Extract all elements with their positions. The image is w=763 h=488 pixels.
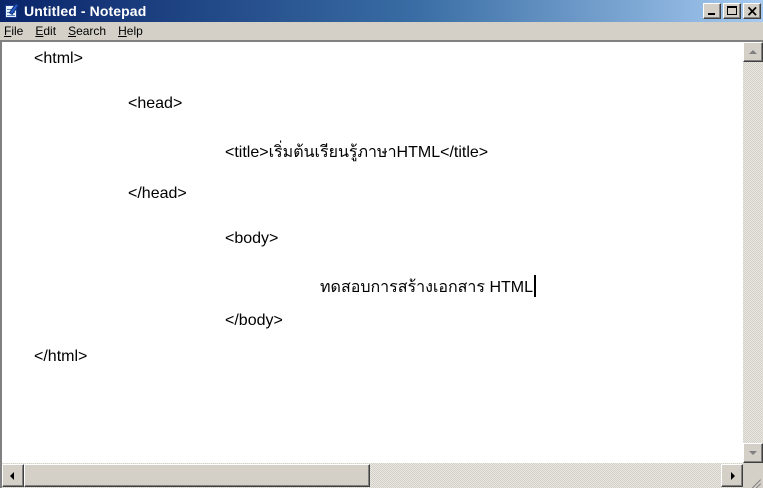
minimize-icon bbox=[708, 13, 715, 15]
notepad-window: Untitled - Notepad × File Edit Search He… bbox=[0, 0, 763, 488]
horizontal-scrollbar[interactable] bbox=[2, 463, 743, 488]
close-icon: × bbox=[746, 2, 759, 20]
text-editor[interactable]: <html> <head> <title>เริ่มต้นเรียนรู้ภาษ… bbox=[2, 42, 743, 463]
scroll-right-button[interactable] bbox=[721, 464, 743, 487]
editor-line: <head> bbox=[128, 95, 183, 112]
editor-line: </head> bbox=[128, 185, 187, 202]
window-title: Untitled - Notepad bbox=[24, 3, 147, 19]
close-button[interactable]: × bbox=[743, 2, 761, 20]
window-controls: × bbox=[701, 2, 761, 20]
editor-line-current: ทดสอบการสร้างเอกสาร HTML bbox=[320, 275, 536, 300]
text-caret bbox=[534, 275, 536, 297]
scroll-thumb[interactable] bbox=[24, 464, 370, 487]
editor-line: </body> bbox=[225, 312, 283, 329]
editor-line: <title>เริ่มต้นเรียนรู้ภาษาHTML</title> bbox=[225, 144, 489, 161]
arrow-up-icon bbox=[749, 50, 757, 54]
scroll-left-button[interactable] bbox=[2, 464, 24, 487]
title-bar[interactable]: Untitled - Notepad × bbox=[0, 0, 763, 22]
maximize-button[interactable] bbox=[723, 3, 741, 19]
scroll-up-button[interactable] bbox=[743, 42, 763, 62]
resize-grip[interactable] bbox=[743, 463, 763, 488]
arrow-down-icon bbox=[749, 451, 757, 455]
scroll-down-button[interactable] bbox=[743, 443, 763, 463]
editor-line: </html> bbox=[34, 348, 88, 365]
arrow-right-icon bbox=[731, 472, 735, 480]
minimize-button[interactable] bbox=[703, 3, 721, 19]
menu-edit[interactable]: Edit bbox=[29, 24, 62, 38]
menu-file[interactable]: File bbox=[0, 24, 29, 38]
arrow-left-icon bbox=[10, 472, 14, 480]
editor-line: <body> bbox=[225, 230, 279, 247]
menu-search[interactable]: Search bbox=[62, 24, 112, 38]
menu-help[interactable]: Help bbox=[112, 24, 149, 38]
menu-bar: File Edit Search Help bbox=[0, 22, 763, 40]
editor-line: <html> bbox=[34, 50, 83, 67]
notepad-icon[interactable] bbox=[4, 2, 20, 19]
vertical-scrollbar[interactable] bbox=[743, 42, 763, 463]
maximize-icon bbox=[727, 6, 737, 15]
